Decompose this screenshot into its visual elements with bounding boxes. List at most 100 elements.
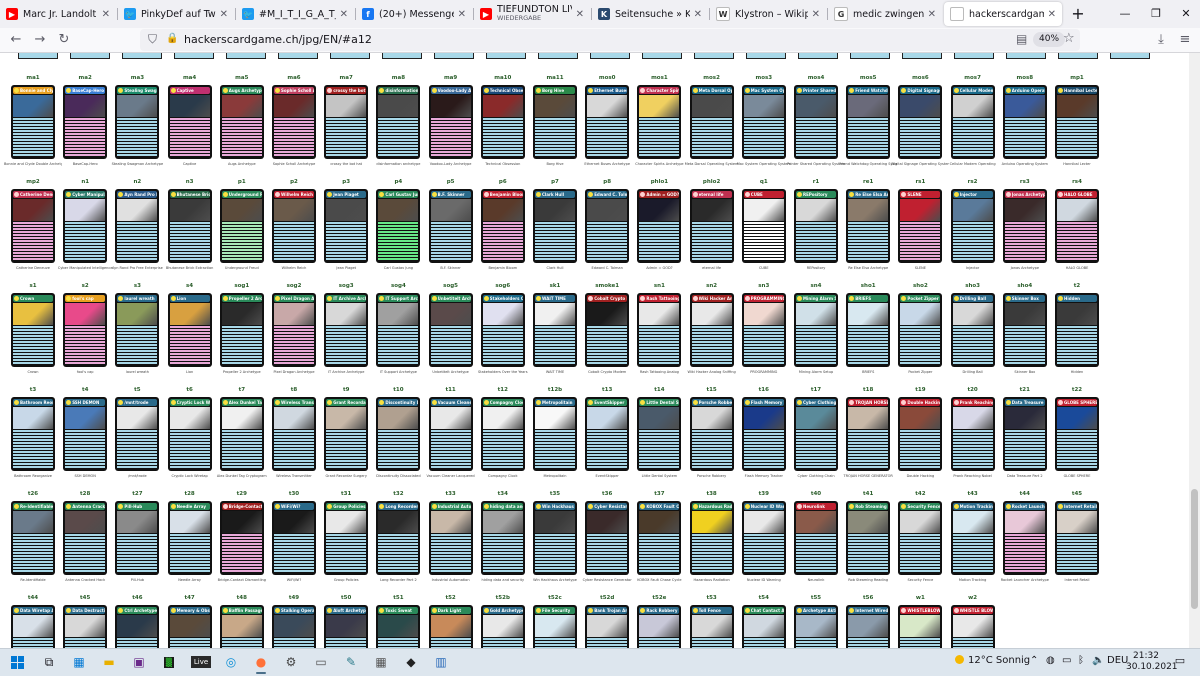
close-tab-icon[interactable]: ✕ [694, 9, 702, 20]
hacker-card[interactable]: Memory & Obscure [167, 605, 212, 648]
inkscape-icon[interactable]: ◆ [400, 652, 422, 672]
hacker-card[interactable]: IT Support Archetype [376, 293, 421, 367]
card-cell[interactable]: t35 Win Hackhaus Archetype Win Hackhaus Ar… [526, 491, 584, 594]
card-code[interactable]: t43 [944, 491, 1002, 497]
card-code[interactable]: mp2 [4, 179, 62, 185]
notifications-icon[interactable]: ▭ [1172, 654, 1188, 670]
card-caption[interactable]: Needle Array [161, 578, 219, 583]
card-code[interactable]: rs2 [944, 179, 1002, 185]
close-tab-icon[interactable]: ✕ [576, 9, 584, 20]
card-cell[interactable]: t17 Cyber Clothing Chain Cyber Clothing Ch… [787, 387, 845, 490]
hacker-card[interactable]: Hazardous Radiation [689, 501, 734, 575]
card-code[interactable]: t56 [839, 595, 897, 601]
card-caption[interactable]: Wilhelm Reich [265, 266, 323, 271]
card-cell[interactable]: s4 Lion Lion [161, 283, 219, 386]
card-code[interactable]: t37 [630, 491, 688, 497]
card-code[interactable]: phlo1 [630, 179, 688, 185]
card-cell[interactable]: p6 Benjamin Bloom Benjamin Bloom [474, 179, 532, 282]
card-cell[interactable]: w2WHISTLE BLOWERWHISTLE BLOWER [944, 595, 1002, 648]
card-cell[interactable]: t31 Group Policies Group Policies [317, 491, 375, 594]
hacker-card[interactable]: Re-Identifiable [11, 501, 55, 575]
card-caption[interactable]: Metropolitain [526, 474, 584, 479]
card-caption[interactable]: Pixel Dragon Archetype [265, 370, 323, 375]
hacker-card[interactable]: Cryptic Lock Wiretap [167, 397, 212, 471]
card-code[interactable]: mos4 [787, 75, 845, 81]
card-caption[interactable]: Jonas Archetype [996, 266, 1054, 271]
close-tab-icon[interactable]: ✕ [220, 9, 228, 20]
card-cell[interactable]: mos6 Digital Signage Operating System Digi… [891, 75, 949, 178]
card-caption[interactable]: Catherine Deneuve [4, 266, 62, 271]
hacker-card[interactable]: Borg Hive [533, 85, 577, 159]
card-cell[interactable]: ma5 Augs Archetype Augs Archetype [213, 75, 271, 178]
card-code[interactable]: t10 [369, 387, 427, 393]
hacker-card[interactable]: Cyber Clothing Chain [794, 397, 838, 471]
card-cell[interactable]: t33 Industrial Automation Industrial Autom… [422, 491, 480, 594]
card-code[interactable]: n1 [56, 179, 114, 185]
card-caption[interactable]: Benjamin Bloom [474, 266, 532, 271]
card-cell[interactable]: mos1 Character Spirits Archetype Character… [630, 75, 688, 178]
card-cell[interactable]: n1 Cyber Manipulated Intelligence Cyber Ma… [56, 179, 114, 282]
card-cell[interactable]: sk1 WAIT TIME WAIT TIME [526, 283, 584, 386]
card-cell[interactable]: t22 GLOBE SPHERE GLOBE SPHERE [1048, 387, 1106, 490]
card-cell[interactable]: ma11 Borg Hive Borg Hive [526, 75, 584, 178]
card-caption[interactable]: WAIT TIME [526, 370, 584, 375]
card-code[interactable]: t40 [787, 491, 845, 497]
hacker-card[interactable]: Voodoo-Lady Archetype [428, 85, 473, 159]
card-caption[interactable]: Bathroom Reorganize [4, 474, 62, 479]
card-caption[interactable]: Character Spirits Archetype [630, 162, 688, 167]
card-code[interactable]: ma4 [161, 75, 219, 81]
card-caption[interactable]: Meta Dorsal Operating System [683, 162, 741, 167]
video-app-icon[interactable]: ▣ [128, 652, 150, 672]
hacker-card[interactable]: HALO GLOBE [1055, 189, 1099, 263]
card-caption[interactable]: hiding data and security [474, 578, 532, 583]
card-cell[interactable]: t12b Metropolitain Metropolitain [526, 387, 584, 490]
card-caption[interactable]: Cyber Resistance Generator [578, 578, 636, 583]
hacker-card[interactable]: Sophie Scholl Archetype [272, 85, 316, 159]
card-cell[interactable]: n3 Bhutanese Brick Extraction Bhutanese Br… [161, 179, 219, 282]
card-code[interactable]: mos6 [891, 75, 949, 81]
card-caption[interactable]: Rash Tattooing Analog [630, 370, 688, 375]
task-view-icon[interactable]: ⧉ [38, 652, 60, 672]
card-code[interactable]: mos1 [630, 75, 688, 81]
hacker-card[interactable]: Pixel Dragon Archetype [272, 293, 316, 367]
reader-view-icon[interactable]: ▤ [1016, 32, 1027, 46]
volume-icon[interactable]: 🔈 [1092, 655, 1104, 666]
card-caption[interactable]: Hannibal Lecter [1048, 162, 1106, 167]
card-caption[interactable]: Motion Tracking [944, 578, 1002, 583]
hacker-card[interactable]: Win Hackhaus Archetype [533, 501, 577, 575]
card-cell[interactable]: ma3 Stealing Swagman Archetype Stealing Sw… [108, 75, 166, 178]
start-button[interactable] [6, 652, 28, 672]
hacker-card[interactable]: Benjamin Bloom [480, 189, 525, 263]
card-code[interactable]: t52 [422, 595, 480, 601]
card-code[interactable]: mos0 [578, 75, 636, 81]
hacker-card[interactable]: Needle Array [167, 501, 212, 575]
hacker-card[interactable]: Mining Alarm Setup [794, 293, 838, 367]
hacker-card[interactable]: Long Recorder Part 2 [376, 501, 421, 575]
hacker-card[interactable]: Antenna Cracked Hack [63, 501, 108, 575]
card-code[interactable]: sog4 [369, 283, 427, 289]
hacker-card[interactable]: Rob Steaming Reading [846, 501, 891, 575]
card-cell[interactable]: p1 Underground Freud Underground Freud [213, 179, 271, 282]
microsoft-store-icon[interactable]: ▦ [68, 652, 90, 672]
hacker-card[interactable]: B.F. Skinner [428, 189, 473, 263]
browser-tab[interactable]: hackerscardgame.ch/jpg/EN ✕ [944, 2, 1062, 26]
hacker-card[interactable]: Toll Fence [689, 605, 734, 648]
card-caption[interactable]: Admin = GOD? [630, 266, 688, 271]
card-code[interactable]: t26 [4, 491, 62, 497]
card-cell[interactable]: t27 Pill-Hub Pill-Hub [108, 491, 166, 594]
card-code[interactable]: mos7 [944, 75, 1002, 81]
card-cell[interactable]: mos8 Arduino Operating System Arduino Oper… [996, 75, 1054, 178]
card-code[interactable]: mos3 [735, 75, 793, 81]
firefox-icon[interactable]: ● [250, 652, 272, 674]
hacker-card[interactable]: SLENE [898, 189, 943, 263]
card-code[interactable]: ma9 [422, 75, 480, 81]
hacker-card[interactable]: Re Else Elsa Archetype [846, 189, 891, 263]
card-caption[interactable]: Pocket Zipper [891, 370, 949, 375]
card-caption[interactable]: Voodoo-Lady Archetype [422, 162, 480, 167]
card-caption[interactable]: B.F. Skinner [422, 266, 480, 271]
hacker-card[interactable]: Hannibal Lecter [1055, 85, 1099, 159]
card-code[interactable]: t19 [891, 387, 949, 393]
card-caption[interactable]: BaseCap-Hero [56, 162, 114, 167]
card-caption[interactable]: Underground Freud [213, 266, 271, 271]
hacker-card[interactable]: Arduino Operating System [1002, 85, 1047, 159]
